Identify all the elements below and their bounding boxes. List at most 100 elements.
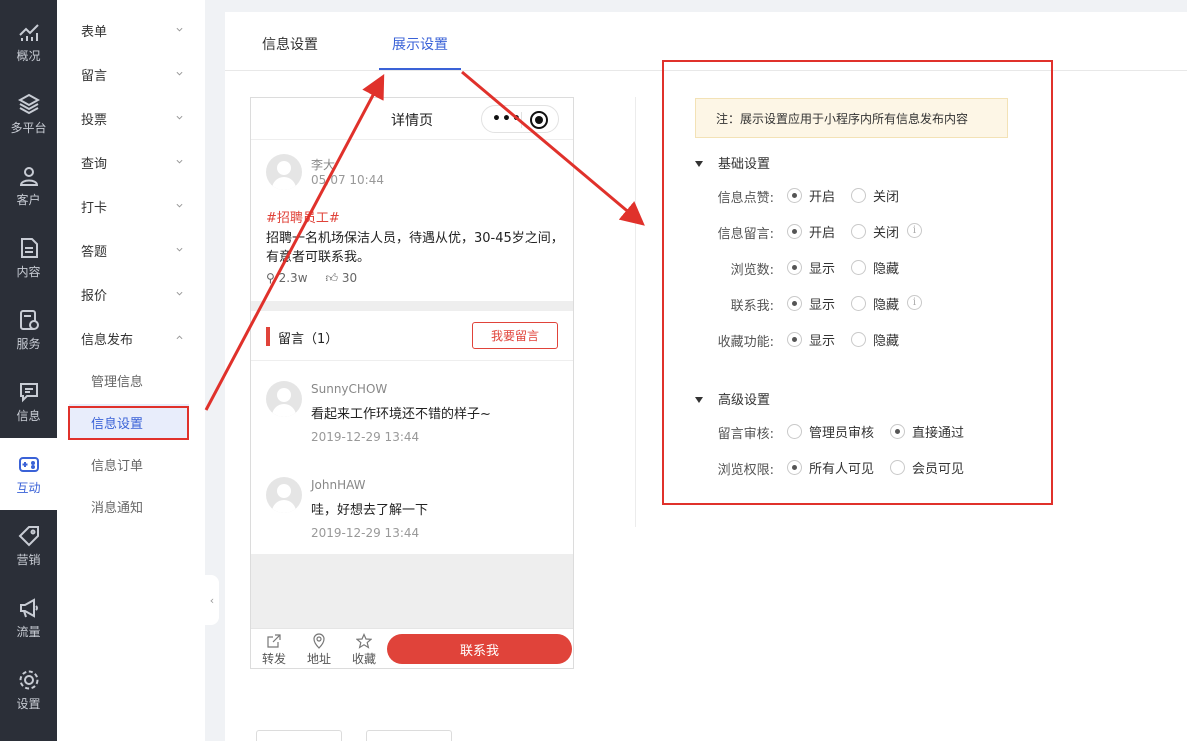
comments-accent-bar [266,327,270,346]
rail-item-traffic[interactable]: 流量 [0,582,57,654]
menu-item-notifications[interactable]: 消息通知 [69,488,189,524]
rail-label: 流量 [16,624,41,639]
avatar [266,477,302,513]
menu-group-label: 留言 [81,68,108,84]
miniprogram-capsule: ••• [481,105,559,133]
phone-footer: 转发 地址 收藏 联系我 [251,628,573,668]
menu-group-query[interactable]: 查询 [57,140,205,184]
menu-group-form[interactable]: 表单 [57,8,205,52]
rail-item-settings[interactable]: 设置 [0,654,57,726]
post-time: 05/07 10:44 [311,173,384,187]
menu-group-label: 投票 [81,112,108,128]
divider [251,360,573,361]
rail-item-marketing[interactable]: 营销 [0,510,57,582]
user-icon [19,166,38,186]
message-icon [19,382,38,402]
avatar [266,154,302,190]
footer-button[interactable] [366,730,452,741]
rail-label: 概况 [16,48,41,63]
comment-author: SunnyCHOW [311,382,388,396]
secondary-menu: 表单 留言 投票 查询 打卡 答题 报价 信息发布 管理信息 信息设置 信息订单… [57,0,205,741]
menu-group-label: 信息发布 [81,332,134,348]
menu-group-message[interactable]: 留言 [57,52,205,96]
tab-info-settings[interactable]: 信息设置 [262,34,318,54]
comment-time: 2019-12-29 13:44 [311,526,420,540]
post-author: 李大 [311,158,336,172]
chevron-down-icon [176,203,183,208]
document-icon [20,237,38,258]
location-icon [313,633,325,649]
chevron-down-icon [176,247,183,252]
chevron-up-icon [176,335,183,340]
vertical-divider [635,97,636,527]
rail-label: 服务 [16,336,41,351]
rail-item-message[interactable]: 信息 [0,366,57,438]
megaphone-icon [19,597,38,618]
views-icon: ⚲ [266,271,279,285]
menu-group-vote[interactable]: 投票 [57,96,205,140]
likes-count: 30 [341,271,358,285]
more-icon: ••• [492,111,522,127]
views-stat: ⚲ 2.3w [266,271,308,286]
phone-header: 详情页 ••• [251,98,573,140]
menu-group-quiz[interactable]: 答题 [57,228,205,272]
star-icon [356,633,372,649]
rail-label: 营销 [16,552,41,567]
close-target-icon [530,111,548,129]
rail-label: 信息 [16,408,41,423]
share-icon [267,634,281,648]
comment-author: JohnHAW [311,478,366,492]
menu-group-quote[interactable]: 报价 [57,272,205,316]
tab-display-settings[interactable]: 展示设置 [392,34,448,54]
rail-label: 设置 [16,696,41,711]
rail-item-overview[interactable]: 概况 [0,6,57,78]
address-label: 地址 [306,652,331,666]
chevron-down-icon [176,115,183,120]
footer-button[interactable] [256,730,342,741]
rail-item-multiplatform[interactable]: 多平台 [0,78,57,150]
gamepad-icon [18,456,39,472]
contact-me-button[interactable]: 联系我 [387,634,572,664]
menu-item-info-orders[interactable]: 信息订单 [69,446,189,482]
menu-group-label: 答题 [81,244,108,260]
menu-group-label: 查询 [81,156,108,172]
menu-group-checkin[interactable]: 打卡 [57,184,205,228]
service-icon [19,309,39,330]
chevron-left-icon: ‹ [209,593,215,607]
chart-icon [18,23,39,41]
chevron-down-icon [176,71,183,76]
thumbs-up-icon: 👍︎ [325,271,342,285]
empty-area [251,554,573,628]
leave-comment-button[interactable]: 我要留言 [472,322,558,349]
annotation-box-menu [68,406,189,440]
post-tag: #招聘员工# [266,211,340,226]
phone-preview: 详情页 ••• 李大 05/07 10:44 #招聘员工# 招聘一名机场保洁人员… [250,97,574,669]
share-button[interactable]: 转发 [254,633,294,667]
rail-item-service[interactable]: 服务 [0,294,57,366]
menu-item-manage-info[interactable]: 管理信息 [69,362,189,398]
favorite-label: 收藏 [351,652,376,666]
chevron-down-icon [176,291,183,296]
tag-icon [18,525,39,546]
comment-text: 哇，好想去了解一下 [311,503,429,518]
comment-text: 看起来工作环境还不错的样子~ [311,407,491,422]
rail-item-content[interactable]: 内容 [0,222,57,294]
views-count: 2.3w [278,271,308,285]
rail-item-customer[interactable]: 客户 [0,150,57,222]
rail-item-interaction[interactable]: 互动 [0,438,57,510]
active-tab-indicator [379,68,461,70]
post-body: 招聘一名机场保洁人员，待遇从优，30-45岁之间，有意者可联系我。 [266,231,564,265]
chevron-down-icon [176,159,183,164]
section-divider [251,301,573,311]
menu-group-label: 表单 [81,24,108,40]
menu-group-label: 报价 [81,288,108,304]
settings-icon [19,670,38,689]
collapse-menu-handle[interactable]: ‹ [205,575,219,625]
favorite-button[interactable]: 收藏 [344,633,384,667]
chevron-down-icon [176,27,183,32]
menu-group-label: 打卡 [81,200,108,216]
rail-label: 多平台 [10,120,47,135]
menu-group-publish[interactable]: 信息发布 [57,316,205,360]
comments-title: 留言（1） [278,332,339,347]
address-button[interactable]: 地址 [299,633,339,667]
